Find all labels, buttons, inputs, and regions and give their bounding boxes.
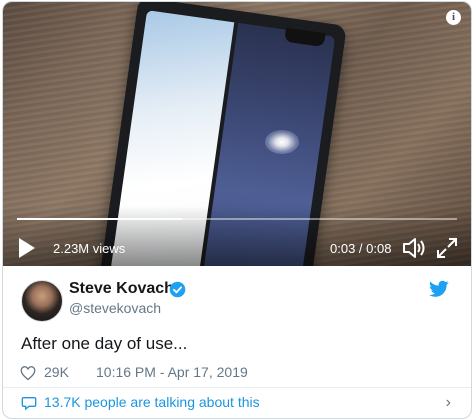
expand-icon[interactable] (435, 236, 459, 260)
divider (3, 387, 471, 388)
light-flare (265, 130, 299, 154)
play-icon[interactable] (19, 238, 35, 258)
info-icon[interactable]: i (446, 10, 461, 25)
author-name[interactable]: Steve Kovach (69, 280, 174, 298)
view-count: 2.23M views (53, 241, 126, 256)
tweet-card: i 2.23M views 0:03 / 0:08 Steve Kovach @… (2, 1, 472, 419)
progress-bar[interactable] (17, 218, 457, 220)
author-handle[interactable]: @stevekovach (69, 300, 161, 316)
like-count: 29K (44, 364, 69, 380)
tweet-timestamp[interactable]: 10:16 PM - Apr 17, 2019 (96, 364, 248, 380)
twitter-icon[interactable] (429, 280, 449, 298)
video-player[interactable]: i 2.23M views 0:03 / 0:08 (3, 2, 471, 266)
volume-icon[interactable] (401, 236, 427, 260)
comment-icon (21, 397, 37, 411)
playback-time: 0:03 / 0:08 (330, 241, 392, 256)
tweet-text: After one day of use... (21, 334, 188, 353)
progress-fill (17, 218, 182, 220)
tweet-body: Steve Kovach @stevekovach After one day … (3, 266, 471, 416)
verified-icon (169, 281, 186, 298)
heart-icon[interactable] (20, 366, 36, 381)
avatar[interactable] (21, 280, 63, 322)
talking-link[interactable]: 13.7K people are talking about this (44, 394, 260, 410)
chevron-right-icon[interactable]: › (446, 394, 451, 412)
